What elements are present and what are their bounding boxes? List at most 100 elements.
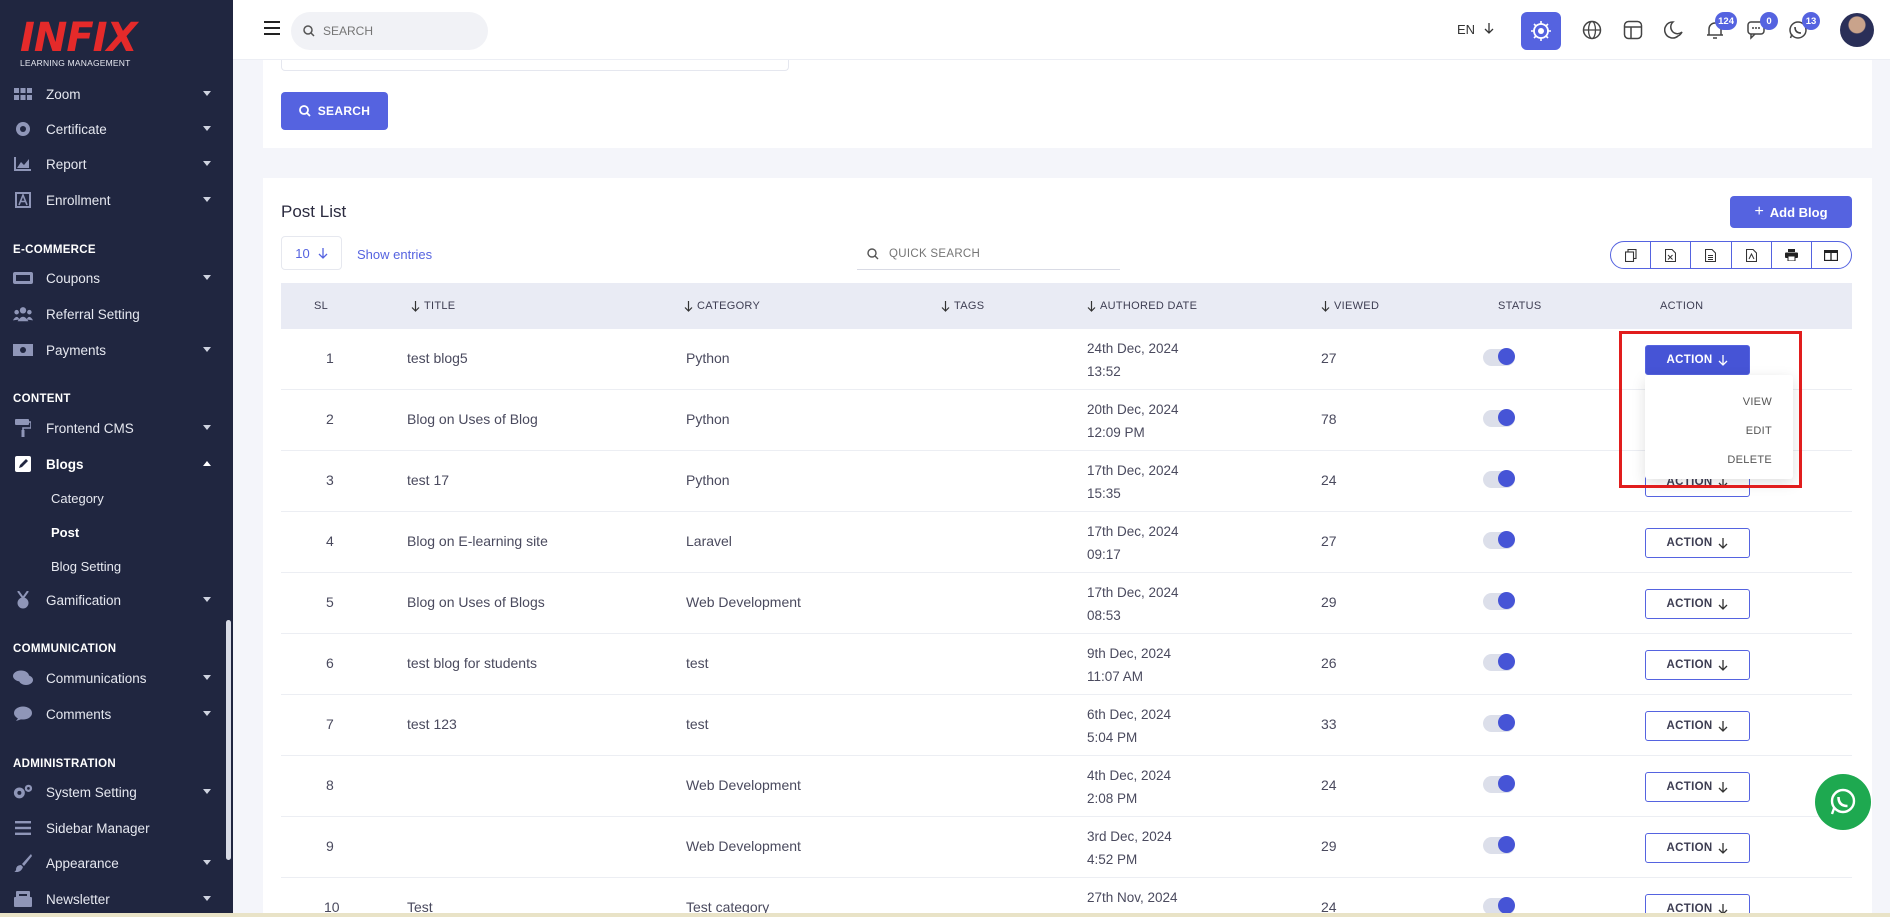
sidebar-subitem-category[interactable]: Category <box>51 491 104 506</box>
layout-button[interactable] <box>1621 18 1645 42</box>
column-visibility-button[interactable] <box>1812 242 1851 268</box>
globe-button[interactable] <box>1580 18 1604 42</box>
chevron-down-icon <box>203 126 211 131</box>
export-excel-button[interactable] <box>1651 242 1692 268</box>
whatsapp-top-button[interactable]: 13 <box>1786 12 1820 42</box>
action-button[interactable]: ACTION <box>1645 528 1750 558</box>
column-header-authored-date[interactable]: AUTHORED DATE <box>1087 300 1197 312</box>
sidebar-subitem-post[interactable]: Post <box>51 525 79 540</box>
sidebar-item-communications[interactable]: Communications <box>0 663 233 693</box>
export-csv-button[interactable] <box>1691 242 1732 268</box>
sidebar-item-frontend-cms[interactable]: Frontend CMS <box>0 413 233 443</box>
time-text: 5:04 PM <box>1087 730 1138 745</box>
action-button[interactable]: ACTION <box>1645 589 1750 619</box>
status-toggle[interactable] <box>1483 409 1515 427</box>
gears-icon <box>13 784 33 800</box>
add-blog-button[interactable]: + Add Blog <box>1730 196 1852 228</box>
cell-category: Laravel <box>686 533 732 549</box>
dark-mode-button[interactable] <box>1662 18 1686 42</box>
sidebar-item-appearance[interactable]: Appearance <box>0 848 233 878</box>
sidebar-item-label: Referral Setting <box>46 306 140 322</box>
column-header-label: SL <box>314 300 329 312</box>
sidebar-item-newsletter[interactable]: Newsletter <box>0 884 233 914</box>
quick-search[interactable] <box>857 238 1120 270</box>
toggle-knob <box>1498 714 1515 731</box>
column-header-label: ACTION <box>1660 300 1704 312</box>
sidebar-subitem-blog-setting[interactable]: Blog Setting <box>51 559 121 574</box>
sidebar-item-certificate[interactable]: Certificate <box>0 114 233 144</box>
sidebar-item-enrollment[interactable]: Enrollment <box>0 185 233 215</box>
global-search[interactable] <box>291 12 488 50</box>
cell-authored-date: 9th Dec, 2024 11:07 AM <box>1087 642 1171 688</box>
sidebar-item-system-setting[interactable]: System Setting <box>0 777 233 807</box>
cell-viewed: 78 <box>1321 411 1337 427</box>
enrollment-icon <box>13 192 33 208</box>
column-header-tags[interactable]: TAGS <box>941 300 984 312</box>
action-button[interactable]: ACTION <box>1645 711 1750 741</box>
entries-select[interactable]: 10 <box>281 236 342 270</box>
global-search-input[interactable] <box>323 24 473 38</box>
status-toggle[interactable] <box>1483 470 1515 488</box>
column-header-action: ACTION <box>1660 300 1703 312</box>
whatsapp-count-badge: 13 <box>1802 12 1820 30</box>
language-selector[interactable]: EN <box>1457 22 1494 37</box>
sidebar-item-gamification[interactable]: Gamification <box>0 585 233 615</box>
column-header-label: TAGS <box>954 300 985 312</box>
comment-icon <box>13 706 33 722</box>
cell-authored-date: 6th Dec, 2024 5:04 PM <box>1087 703 1171 749</box>
search-button[interactable]: SEARCH <box>281 92 388 130</box>
date-text: 4th Dec, 2024 <box>1087 768 1172 783</box>
user-avatar[interactable] <box>1840 13 1874 47</box>
status-toggle[interactable] <box>1483 348 1515 366</box>
action-button[interactable]: ACTION <box>1645 772 1750 802</box>
action-button[interactable]: ACTION <box>1645 650 1750 680</box>
table-header <box>281 283 1852 329</box>
logo[interactable]: INFIX LEARNING MANAGEMENT <box>20 18 137 68</box>
sidebar-item-zoom[interactable]: Zoom <box>0 79 233 109</box>
toggle-knob <box>1498 897 1515 914</box>
sidebar-item-comments[interactable]: Comments <box>0 699 233 729</box>
column-header-category[interactable]: CATEGORY <box>684 300 760 312</box>
column-header-label: STATUS <box>1498 300 1542 312</box>
copy-button[interactable] <box>1611 242 1652 268</box>
sidebar-item-referral-setting[interactable]: Referral Setting <box>0 299 233 329</box>
action-button[interactable]: ACTION <box>1645 833 1750 863</box>
status-toggle[interactable] <box>1483 592 1515 610</box>
cell-category: Web Development <box>686 594 801 610</box>
column-header-status[interactable]: STATUS <box>1498 300 1542 312</box>
date-text: 20th Dec, 2024 <box>1087 402 1179 417</box>
quick-search-input[interactable] <box>889 247 1089 260</box>
whatsapp-float-button[interactable] <box>1815 774 1871 830</box>
sidebar-item-report[interactable]: Report <box>0 149 233 179</box>
filter-field-partial[interactable] <box>281 60 789 71</box>
sidebar-item-blogs[interactable]: Blogs <box>0 449 233 479</box>
status-toggle[interactable] <box>1483 531 1515 549</box>
status-toggle[interactable] <box>1483 775 1515 793</box>
menu-toggle-icon[interactable] <box>264 21 280 35</box>
payments-icon <box>13 342 33 358</box>
sidebar-item-sidebar-manager[interactable]: Sidebar Manager <box>0 813 233 843</box>
status-toggle[interactable] <box>1483 836 1515 854</box>
arrow-down-icon <box>1718 659 1728 671</box>
entries-label: Show entries <box>357 247 433 262</box>
sidebar-scrollbar[interactable] <box>226 620 231 860</box>
notifications-button[interactable]: 124 <box>1703 12 1737 42</box>
message-count-badge: 0 <box>1760 12 1778 30</box>
column-header-title[interactable]: TITLE <box>411 300 455 312</box>
status-toggle[interactable] <box>1483 714 1515 732</box>
column-header-sl[interactable]: SL <box>314 300 328 312</box>
time-text: 09:17 <box>1087 547 1121 562</box>
sidebar-item-label: Comments <box>46 706 112 722</box>
medal-icon <box>13 591 33 609</box>
status-toggle[interactable] <box>1483 653 1515 671</box>
toggle-knob <box>1498 531 1515 548</box>
cell-title: test 17 <box>407 472 450 488</box>
print-button[interactable] <box>1772 242 1812 268</box>
column-header-viewed[interactable]: VIEWED <box>1321 300 1379 312</box>
sidebar-item-coupons[interactable]: Coupons <box>0 263 233 293</box>
sidebar-item-payments[interactable]: Payments <box>0 335 233 365</box>
settings-chip-button[interactable] <box>1521 12 1561 50</box>
messages-button[interactable]: 0 <box>1744 12 1778 42</box>
time-text: 11:07 AM <box>1087 669 1144 684</box>
export-pdf-button[interactable] <box>1732 242 1772 268</box>
